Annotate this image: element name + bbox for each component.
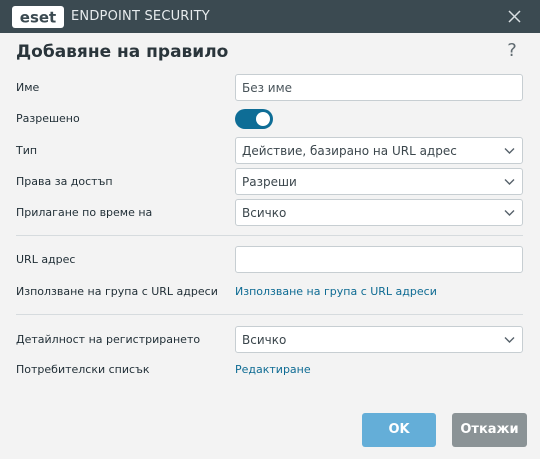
chevron-down-icon [504, 210, 515, 216]
access-label: Права за достъп [16, 175, 113, 188]
dialog-title: Добавяне на правило [16, 42, 229, 62]
enabled-toggle[interactable] [235, 109, 273, 129]
chevron-down-icon [504, 179, 515, 185]
cancel-button[interactable]: Откажи [452, 413, 527, 447]
name-label: Име [16, 81, 40, 94]
type-select[interactable]: Действие, базирано на URL адрес [235, 137, 523, 164]
toggle-knob [256, 112, 270, 126]
apply-time-label: Прилагане по време на [16, 206, 153, 219]
access-select[interactable]: Разреши [235, 168, 523, 195]
ok-button[interactable]: OK [362, 413, 436, 447]
access-select-value: Разреши [242, 175, 297, 189]
log-level-select-value: Всичко [242, 333, 287, 347]
section-divider [16, 314, 523, 315]
url-input[interactable] [235, 246, 523, 273]
app-title: ENDPOINT SECURITY [71, 9, 210, 24]
titlebar: eset ENDPOINT SECURITY [0, 0, 540, 33]
close-icon[interactable] [506, 8, 523, 25]
apply-time-select[interactable]: Всичко [235, 199, 523, 226]
section-divider [16, 235, 523, 236]
enabled-label: Разрешено [16, 112, 80, 125]
svg-text:eset: eset [20, 9, 56, 27]
url-group-label: Използване на група с URL адреси [16, 285, 218, 298]
help-icon[interactable]: ? [503, 40, 521, 62]
type-label: Тип [16, 144, 38, 157]
edit-user-list-link[interactable]: Редактиране [235, 363, 311, 376]
log-level-select[interactable]: Всичко [235, 326, 523, 353]
log-level-label: Детайлност на регистрирането [16, 333, 201, 346]
type-select-value: Действие, базирано на URL адрес [242, 144, 457, 158]
url-group-link[interactable]: Използване на група с URL адреси [235, 285, 437, 298]
user-list-label: Потребителски списък [16, 363, 150, 376]
apply-time-select-value: Всичко [242, 206, 287, 220]
chevron-down-icon [504, 148, 515, 154]
eset-logo: eset [12, 6, 64, 28]
url-label: URL адрес [16, 253, 76, 266]
chevron-down-icon [504, 337, 515, 343]
name-input[interactable] [235, 74, 523, 101]
